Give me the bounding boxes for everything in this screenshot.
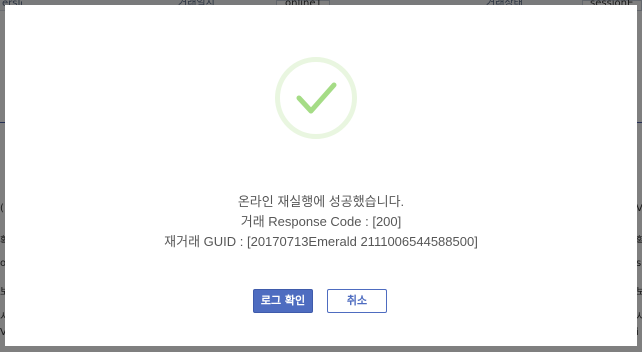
success-check-icon — [275, 57, 357, 139]
success-dialog: 온라인 재실행에 성공했습니다. 거래 Response Code : [200… — [5, 5, 637, 346]
log-confirm-button[interactable]: 로그 확인 — [253, 289, 313, 313]
response-code-text: 거래 Response Code : [200] — [240, 214, 402, 229]
guid-text: 재거래 GUID : [20170713Emerald 211100654458… — [164, 234, 478, 249]
checkmark-icon — [296, 82, 337, 114]
cancel-button[interactable]: 취소 — [327, 289, 387, 313]
dialog-message-block: 온라인 재실행에 성공했습니다. 거래 Response Code : [200… — [5, 192, 637, 252]
dialog-message: 온라인 재실행에 성공했습니다. — [237, 194, 405, 209]
